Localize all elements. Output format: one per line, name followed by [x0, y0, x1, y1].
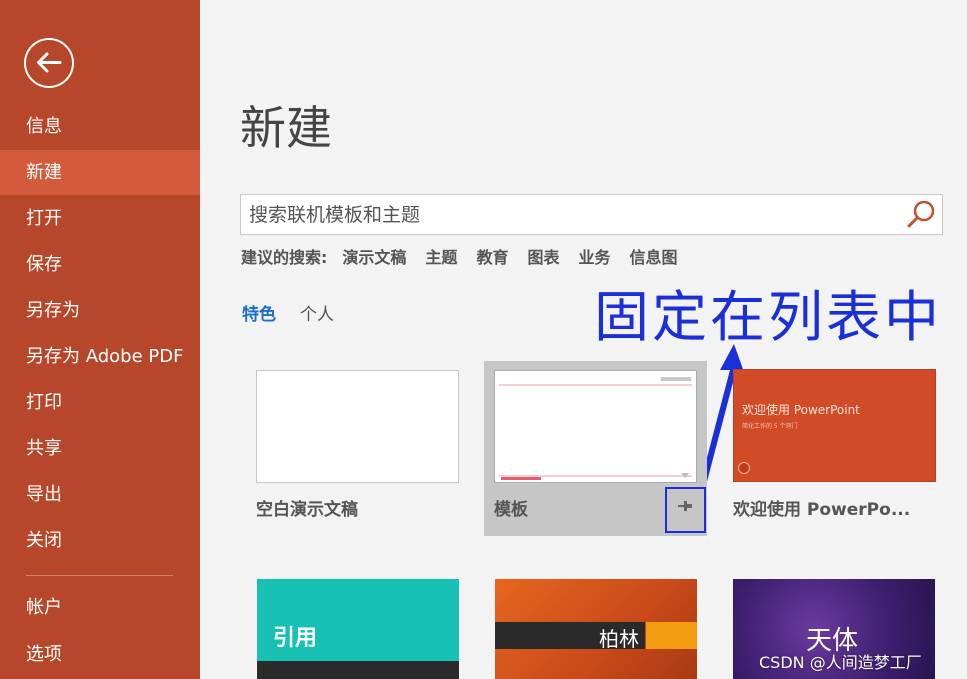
nav-item-open[interactable]: 打开: [0, 196, 200, 241]
suggestion-link[interactable]: 图表: [527, 244, 559, 268]
thumbnail-accent: [646, 622, 697, 649]
back-button[interactable]: [24, 38, 74, 88]
template-label: 模板: [494, 500, 528, 520]
thumbnail-bar: [257, 661, 459, 679]
powerpoint-logo-icon: [738, 462, 750, 474]
search-icon: [907, 200, 935, 228]
tab-personal[interactable]: 个人: [300, 300, 334, 325]
thumbnail-subtitle: 简化工作的 5 个窍门: [742, 423, 798, 430]
template-thumbnail-art: [499, 377, 692, 480]
nav-item-share[interactable]: 共享: [0, 426, 200, 471]
watermark: CSDN @人间造梦工厂: [759, 653, 922, 672]
backstage-sidebar: 信息 新建 打开 保存 另存为 另存为 Adobe PDF 打印 共享 导出 关…: [0, 0, 200, 679]
thumbnail-title: 欢迎使用 PowerPoint: [742, 403, 860, 417]
search-button[interactable]: [906, 198, 938, 230]
suggested-searches-label: 建议的搜索:: [241, 248, 328, 267]
nav-item-info[interactable]: 信息: [0, 104, 200, 149]
search-input[interactable]: [241, 195, 891, 234]
annotation-text: 固定在列表中: [594, 285, 943, 349]
nav-item-new[interactable]: 新建: [0, 150, 200, 195]
suggested-searches: 建议的搜索: 演示文稿 主题 教育 图表 业务 信息图: [241, 243, 697, 269]
template-tabs: 特色 个人: [242, 300, 334, 325]
nav-item-export[interactable]: 导出: [0, 472, 200, 517]
suggestion-link[interactable]: 业务: [578, 244, 610, 268]
arrow-left-circle-icon: [37, 52, 62, 73]
suggestion-link[interactable]: 主题: [425, 244, 457, 268]
suggestion-link[interactable]: 教育: [476, 244, 508, 268]
template-thumbnail: [256, 370, 459, 483]
pin-icon[interactable]: [677, 499, 693, 513]
nav-item-options[interactable]: 选项: [0, 632, 200, 677]
tab-featured[interactable]: 特色: [242, 300, 276, 325]
thumbnail-title: 引用: [273, 626, 318, 651]
template-thumbnail: [494, 370, 697, 483]
suggestion-link[interactable]: 信息图: [629, 244, 677, 268]
thumbnail-title: 柏林: [599, 627, 639, 651]
suggestion-link[interactable]: 演示文稿: [342, 244, 406, 268]
search-box: [240, 194, 943, 235]
nav-item-save[interactable]: 保存: [0, 242, 200, 287]
page-title: 新建: [240, 101, 332, 155]
nav-item-save-as-pdf[interactable]: 另存为 Adobe PDF: [0, 334, 200, 379]
nav-item-print[interactable]: 打印: [0, 380, 200, 425]
template-label: 欢迎使用 PowerPo...: [733, 500, 911, 520]
nav-item-save-as[interactable]: 另存为: [0, 288, 200, 333]
nav-item-close[interactable]: 关闭: [0, 518, 200, 563]
nav-item-account[interactable]: 帐户: [0, 585, 200, 630]
nav-divider: [26, 575, 173, 576]
template-label: 空白演示文稿: [256, 500, 358, 520]
